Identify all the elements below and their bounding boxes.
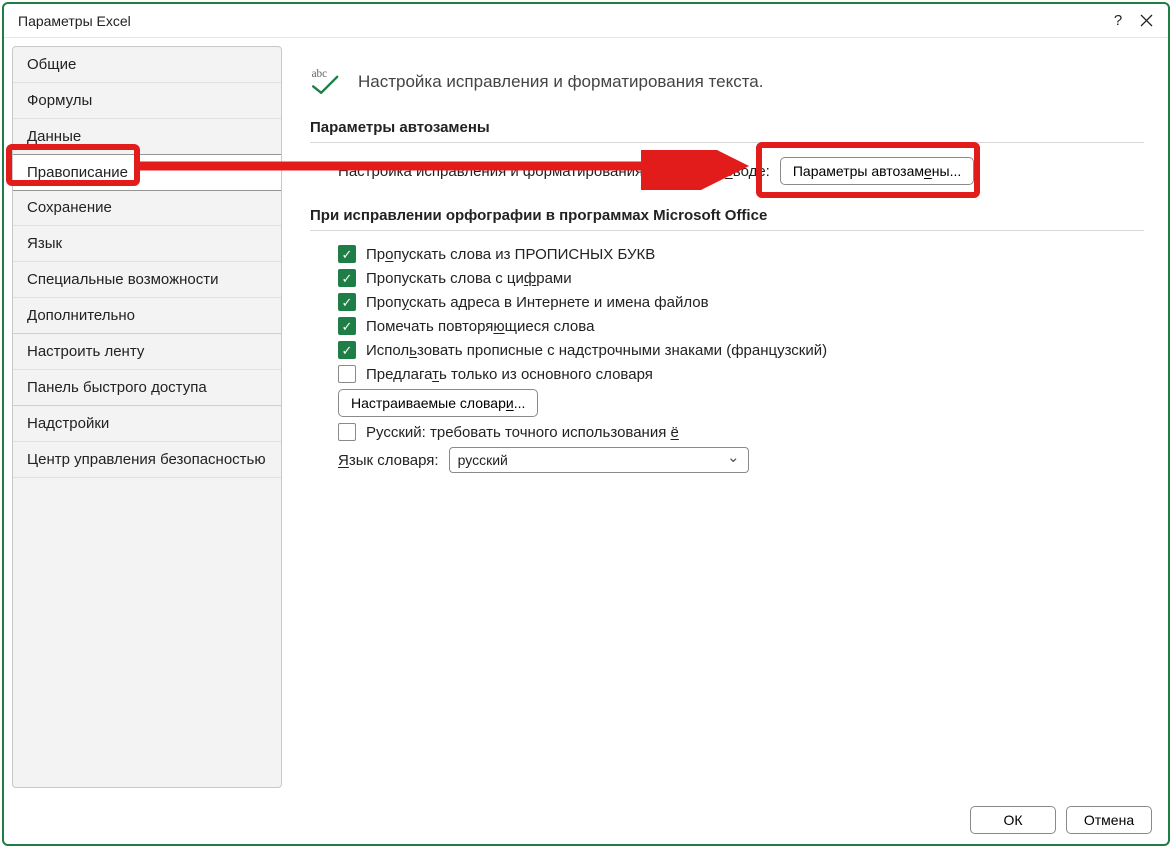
custom-dictionaries-button[interactable]: Настраиваемые словари... xyxy=(338,389,538,417)
titlebar: Параметры Excel ? xyxy=(4,4,1168,38)
text: Я xyxy=(338,452,349,469)
russian-strict-yo-checkbox[interactable] xyxy=(338,423,356,441)
text: е xyxy=(924,163,932,179)
sidebar-item-language[interactable]: Язык xyxy=(13,226,281,262)
autocorrect-row: Настройка исправления и форматирования т… xyxy=(338,157,1144,185)
divider xyxy=(310,142,1144,143)
section-autocorrect-title: Параметры автозамены xyxy=(310,119,1144,136)
sidebar-item-addins[interactable]: Надстройки xyxy=(13,405,281,442)
spelling-check-row: Использовать прописные с надстрочными зн… xyxy=(338,341,1144,359)
spelling-check-label: Пропускать адреса в Интернете и имена фа… xyxy=(366,294,709,311)
sidebar-item-proofing[interactable]: Правописание xyxy=(12,154,282,191)
sidebar-item-trust-center[interactable]: Центр управления безопасностью xyxy=(13,442,281,478)
spelling-checkbox[interactable] xyxy=(338,317,356,335)
dictionary-language-select[interactable]: русский xyxy=(449,447,749,473)
spelling-check-row: Пропускать слова из ПРОПИСНЫХ БУКВ xyxy=(338,245,1144,263)
text: Русский: требовать точного использования xyxy=(366,424,671,441)
spelling-checkbox[interactable] xyxy=(338,365,356,383)
russian-strict-yo-row: Русский: требовать точного использования… xyxy=(338,423,1144,441)
options-dialog: Параметры Excel ? Общие Формулы Данные П… xyxy=(2,2,1170,846)
sidebar-item-save[interactable]: Сохранение xyxy=(13,190,281,226)
spelling-check-label: Пропускать слова из ПРОПИСНЫХ БУКВ xyxy=(366,246,655,263)
text: Настройка исправления и форматирования т… xyxy=(338,163,725,180)
text: воде: xyxy=(733,163,770,180)
spelling-check-label: Предлагать только из основного словаря xyxy=(366,366,653,383)
spelling-check-label: Использовать прописные с надстрочными зн… xyxy=(366,342,827,359)
sidebar-item-advanced[interactable]: Дополнительно xyxy=(13,298,281,333)
text: в xyxy=(725,163,733,180)
spelling-check-label: Пропускать слова с цифрами xyxy=(366,270,572,287)
text: Настраиваемые словар xyxy=(351,395,506,411)
sidebar-item-data[interactable]: Данные xyxy=(13,119,281,155)
text: ё xyxy=(671,424,679,441)
svg-text:abc: abc xyxy=(312,68,328,80)
cancel-button[interactable]: Отмена xyxy=(1066,806,1152,834)
dictionary-language-row: Язык словаря: русский xyxy=(338,447,1144,473)
ok-button[interactable]: ОК xyxy=(970,806,1056,834)
section-spelling-title: При исправлении орфографии в программах … xyxy=(310,207,1144,224)
autocorrect-inline-label: Настройка исправления и форматирования т… xyxy=(338,163,770,180)
text: и xyxy=(506,395,514,411)
content-header-text: Настройка исправления и форматирования т… xyxy=(358,72,764,92)
sidebar-item-general[interactable]: Общие xyxy=(13,47,281,83)
sidebar-item-customize-ribbon[interactable]: Настроить ленту xyxy=(13,333,281,370)
text: Параметры автозам xyxy=(793,163,924,179)
text: ... xyxy=(514,395,526,411)
spelling-check-row: Пропускать адреса в Интернете и имена фа… xyxy=(338,293,1144,311)
spelling-check-row: Помечать повторяющиеся слова xyxy=(338,317,1144,335)
content-panel: abc Настройка исправления и форматирован… xyxy=(282,46,1160,788)
close-button[interactable] xyxy=(1132,7,1160,35)
sidebar-item-formulas[interactable]: Формулы xyxy=(13,83,281,119)
sidebar-item-accessibility[interactable]: Специальные возможности xyxy=(13,262,281,298)
spelling-checkbox[interactable] xyxy=(338,245,356,263)
proofing-icon: abc xyxy=(310,64,342,99)
russian-strict-yo-label: Русский: требовать точного использования… xyxy=(366,424,679,441)
dialog-title: Параметры Excel xyxy=(18,13,1104,29)
spelling-check-label: Помечать повторяющиеся слова xyxy=(366,318,594,335)
sidebar: Общие Формулы Данные Правописание Сохран… xyxy=(12,46,282,788)
dictionary-language-label: Язык словаря: xyxy=(338,452,439,469)
text: ны... xyxy=(932,163,961,179)
help-button[interactable]: ? xyxy=(1104,7,1132,35)
spelling-checkbox[interactable] xyxy=(338,293,356,311)
spelling-check-row: Предлагать только из основного словаря xyxy=(338,365,1144,383)
spelling-check-row: Пропускать слова с цифрами xyxy=(338,269,1144,287)
dialog-footer: ОК Отмена xyxy=(4,796,1168,844)
select-value: русский xyxy=(458,452,508,468)
text: зык словаря: xyxy=(349,452,439,469)
divider xyxy=(310,230,1144,231)
sidebar-item-quick-access[interactable]: Панель быстрого доступа xyxy=(13,370,281,405)
spelling-checkbox[interactable] xyxy=(338,341,356,359)
spelling-checkbox[interactable] xyxy=(338,269,356,287)
content-header: abc Настройка исправления и форматирован… xyxy=(310,64,1144,99)
autocorrect-options-button[interactable]: Параметры автозамены... xyxy=(780,157,974,185)
